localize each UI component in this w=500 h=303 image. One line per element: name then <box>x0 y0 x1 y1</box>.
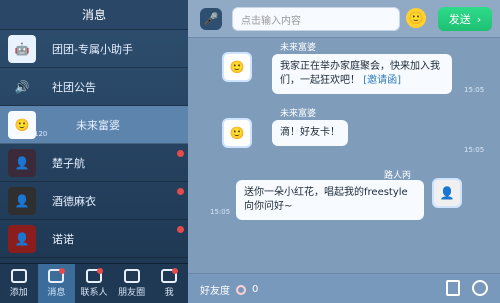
nav-moments[interactable]: 朋友圈 <box>113 264 151 303</box>
chat-input-bar: 🎤 点击输入内容 🙂 发送 › <box>188 0 500 38</box>
conversation-item-assistant[interactable]: 🤖 团团-专属小助手 <box>0 30 188 68</box>
app-root: 消息 🤖 团团-专属小助手 🔊 社团公告 🙂 120 未来富婆 👤 楚子航 👤 … <box>0 0 500 303</box>
friendship-value: 0 <box>252 284 259 295</box>
nav-label: 我 <box>164 288 174 298</box>
conversation-item-announcements[interactable]: 🔊 社团公告 <box>0 68 188 106</box>
conversation-label: 酒德麻衣 <box>52 194 96 208</box>
conversation-label: 团团-专属小助手 <box>52 42 133 56</box>
message-text: 我家正在举办家庭聚会，快来加入我们，一起狂欢吧！ <box>280 61 440 86</box>
friendship-label: 好友度 <box>200 286 230 297</box>
heart-icon <box>236 284 246 295</box>
character-icon: 👤 <box>8 186 36 215</box>
sender-avatar[interactable]: 🙂 <box>222 118 252 148</box>
character-icon: 👤 <box>8 224 36 253</box>
microphone-icon[interactable]: 🎤 <box>200 8 222 30</box>
nav-add[interactable]: 添加 <box>0 264 38 303</box>
timestamp: 15:05 <box>464 86 485 94</box>
unread-dot <box>177 226 184 233</box>
nav-label: 联系人 <box>80 288 108 298</box>
nav-unread-dot <box>96 268 103 274</box>
conversation-item-chuzihang[interactable]: 👤 楚子航 <box>0 144 188 182</box>
nav-messages[interactable]: 消息 <box>37 264 76 303</box>
speaker-icon: 🔊 <box>14 79 30 94</box>
sender-name: 未来富婆 <box>280 43 317 53</box>
message-bubble: 我家正在举办家庭聚会，快来加入我们，一起狂欢吧！ [邀请函] <box>272 54 452 94</box>
nav-label: 朋友圈 <box>118 288 146 298</box>
conversation-item-group[interactable]: 🙂 120 未来富婆 <box>0 106 188 144</box>
message-text: 送你一朵小红花，唱起我的freestyle向你问好~ <box>244 187 408 212</box>
unread-dot <box>177 188 184 195</box>
nav-unread-dot <box>171 268 178 274</box>
trash-icon[interactable] <box>446 280 460 296</box>
conversation-item-nuonuo[interactable]: 👤 诺诺 <box>0 220 188 258</box>
message-bubble: 送你一朵小红花，唱起我的freestyle向你问好~ <box>236 180 424 220</box>
message-bubble: 滴！好友卡！ <box>272 120 348 146</box>
message-input[interactable]: 点击输入内容 <box>232 7 400 31</box>
page-title: 消息 <box>0 0 188 30</box>
chevron-right-icon: › <box>476 12 482 26</box>
invite-link[interactable]: [邀请函] <box>363 75 401 86</box>
send-label: 发送 <box>448 13 471 26</box>
timestamp: 15:05 <box>464 146 485 154</box>
timestamp: 15:05 <box>210 208 231 216</box>
sender-avatar[interactable]: 🙂 <box>222 52 252 82</box>
sender-name: 未来富婆 <box>280 109 317 119</box>
gear-icon[interactable] <box>472 280 488 296</box>
conversation-label: 诺诺 <box>52 232 74 246</box>
nav-unread-dot <box>59 268 66 274</box>
message-text: 滴！好友卡！ <box>280 127 340 138</box>
group-count-badge: 120 <box>34 130 48 138</box>
nav-contacts[interactable]: 联系人 <box>75 264 113 303</box>
conversation-item-jiudemayi[interactable]: 👤 酒德麻衣 <box>0 182 188 220</box>
left-panel: 消息 🤖 团团-专属小助手 🔊 社团公告 🙂 120 未来富婆 👤 楚子航 👤 … <box>0 0 188 303</box>
nav-label: 消息 <box>47 288 66 298</box>
friendship-indicator: 好友度 0 <box>200 282 258 297</box>
conversation-label: 未来富婆 <box>76 118 120 132</box>
robot-icon: 🤖 <box>8 34 36 63</box>
input-placeholder: 点击输入内容 <box>241 15 301 27</box>
conversation-label: 社团公告 <box>52 80 96 94</box>
chat-footer: 好友度 0 <box>188 273 500 303</box>
unread-dot <box>177 150 184 157</box>
nav-label: 添加 <box>9 288 28 298</box>
send-button[interactable]: 发送 › <box>438 7 492 31</box>
emoji-icon[interactable]: 🙂 <box>406 8 426 28</box>
nav-me[interactable]: 我 <box>150 264 188 303</box>
character-icon: 👤 <box>8 148 36 177</box>
add-icon <box>10 269 27 283</box>
moments-icon <box>123 269 140 283</box>
bottom-nav: 添加 消息 联系人 朋友圈 我 <box>0 263 188 303</box>
group-icon: 🙂 <box>8 110 36 139</box>
chat-panel: 🎤 点击输入内容 🙂 发送 › 🙂 未来富婆 我家正在举办家庭聚会，快来加入我们… <box>188 0 500 303</box>
sender-avatar[interactable]: 👤 <box>432 178 462 208</box>
conversation-list: 🤖 团团-专属小助手 🔊 社团公告 🙂 120 未来富婆 👤 楚子航 👤 酒德麻… <box>0 30 188 258</box>
conversation-label: 楚子航 <box>52 156 85 170</box>
